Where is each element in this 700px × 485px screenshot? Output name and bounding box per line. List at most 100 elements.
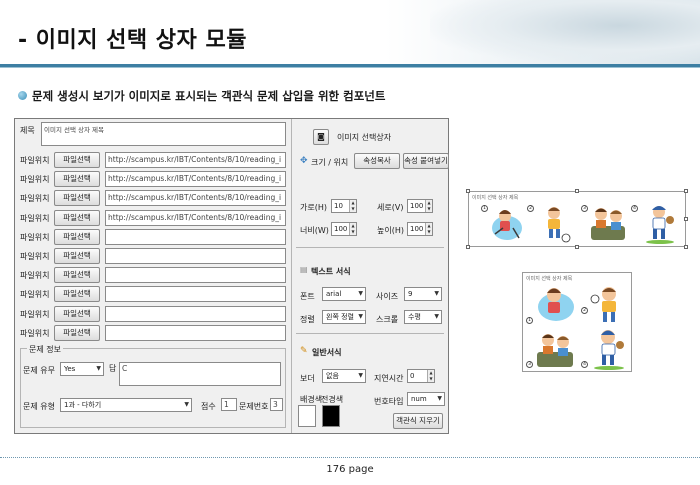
answer-label: 답	[109, 364, 117, 373]
y-input[interactable]: 100 ▲ ▼	[407, 199, 433, 213]
file-path-input[interactable]: http://scampus.kr/IBT/Contents/8/10/read…	[105, 210, 286, 226]
foreground-color-swatch[interactable]	[322, 405, 340, 427]
resize-handle[interactable]	[466, 189, 470, 193]
kids-sitting-image	[537, 334, 573, 367]
delay-input[interactable]: 0 ▲ ▼	[407, 369, 435, 383]
y-label: 세로(V)	[377, 203, 404, 212]
has-question-value: Yes	[64, 365, 76, 373]
border-select[interactable]: 없음 ▼	[322, 369, 366, 383]
question-info-label: 문제 정보	[27, 344, 63, 355]
resize-handle[interactable]	[684, 217, 688, 221]
paste-attributes-button[interactable]: 속성 붙여넣기	[403, 153, 449, 169]
file-select-button[interactable]: 파일선택	[54, 210, 100, 226]
file-path-input[interactable]	[105, 267, 286, 283]
spinner-icon[interactable]: ▲ ▼	[425, 200, 432, 212]
kid-skipping-image	[538, 288, 574, 321]
has-question-select[interactable]: Yes ▼	[60, 362, 104, 376]
x-input[interactable]: 10 ▲ ▼	[331, 199, 357, 213]
file-path-input[interactable]	[105, 325, 286, 341]
choice-number: 3	[526, 361, 533, 368]
number-type-select[interactable]: num ▼	[407, 392, 445, 406]
font-select[interactable]: arial ▼	[322, 287, 366, 301]
file-path-input[interactable]	[105, 306, 286, 322]
question-number-input[interactable]: 3	[270, 398, 283, 411]
question-type-label: 문제 유형	[23, 402, 55, 411]
file-select-button[interactable]: 파일선택	[54, 286, 100, 302]
image-box-icon[interactable]: ◙	[313, 129, 329, 145]
file-location-label: 파일위치	[20, 310, 50, 319]
choice-number: 4	[581, 361, 588, 368]
height-input[interactable]: 100 ▲ ▼	[407, 222, 433, 236]
choice-number: 4	[631, 205, 638, 212]
spinner-icon[interactable]: ▲ ▼	[349, 200, 356, 212]
file-path-input[interactable]: http://scampus.kr/IBT/Contents/8/10/read…	[105, 171, 286, 187]
background-color-swatch[interactable]	[298, 405, 316, 427]
delay-value: 0	[410, 372, 415, 380]
preview-caption: 이미지 선택 상자 제목	[526, 276, 573, 282]
spinner-icon[interactable]: ▲ ▼	[427, 370, 434, 382]
score-label: 점수	[201, 402, 216, 411]
border-value: 없음	[326, 372, 339, 380]
score-input[interactable]: 1	[221, 398, 237, 411]
file-location-label: 파일위치	[20, 252, 50, 261]
file-path-input[interactable]	[105, 248, 286, 264]
align-value: 왼쪽 정렬	[326, 313, 354, 321]
file-select-button[interactable]: 파일선택	[54, 171, 100, 187]
resize-handle[interactable]	[684, 245, 688, 249]
clear-answer-button[interactable]: 객관식 지우기	[393, 413, 443, 429]
file-location-label: 파일위치	[20, 214, 50, 223]
component-label: 이미지 선택상자	[337, 133, 392, 142]
move-icon: ✥	[300, 156, 308, 166]
preview-horizontal: 이미지 선택 상자 제목 1 2 3 4	[466, 189, 688, 249]
title-input[interactable]: 이미지 선택 상자 제목	[41, 122, 286, 146]
number-type-value: num	[411, 395, 427, 403]
font-value: arial	[326, 290, 342, 298]
kids-sitting-image	[591, 208, 625, 240]
font-label: 폰트	[300, 292, 315, 301]
title-label: 제목	[20, 126, 35, 135]
resize-handle[interactable]	[466, 245, 470, 249]
text-format-icon: ▤	[300, 265, 308, 274]
file-path-input[interactable]: http://scampus.kr/IBT/Contents/8/10/read…	[105, 152, 286, 168]
page-number: 176 page	[326, 464, 374, 475]
width-value: 100	[334, 225, 348, 233]
width-input[interactable]: 100 ▲ ▼	[331, 222, 357, 236]
height-label: 높이(H)	[377, 226, 404, 235]
resize-handle[interactable]	[575, 189, 579, 193]
resize-handle[interactable]	[575, 245, 579, 249]
align-select[interactable]: 왼쪽 정렬 ▼	[322, 310, 366, 324]
file-path-input[interactable]	[105, 229, 286, 245]
spinner-icon[interactable]: ▲ ▼	[425, 223, 432, 235]
resize-handle[interactable]	[684, 189, 688, 193]
copy-attributes-button[interactable]: 속성복사	[354, 153, 400, 169]
size-select[interactable]: 9 ▼	[404, 287, 442, 301]
editor-panel: 제목 이미지 선택 상자 제목 파일위치 파일선택 http://scampus.k…	[14, 118, 449, 434]
file-select-button[interactable]: 파일선택	[54, 306, 100, 322]
chevron-down-icon: ▼	[358, 313, 363, 320]
file-location-label: 파일위치	[20, 194, 50, 203]
file-select-button[interactable]: 파일선택	[54, 248, 100, 264]
file-select-button[interactable]: 파일선택	[54, 325, 100, 341]
delay-label: 지연시간	[374, 374, 404, 383]
file-select-button[interactable]: 파일선택	[54, 152, 100, 168]
file-select-button[interactable]: 파일선택	[54, 267, 100, 283]
size-value: 9	[408, 290, 413, 298]
has-question-label: 문제 유무	[23, 366, 55, 375]
scroll-select[interactable]: 수평 ▼	[404, 310, 442, 324]
answer-input[interactable]: C	[119, 362, 281, 386]
chevron-down-icon: ▼	[358, 372, 363, 379]
kid-soccer-image	[548, 207, 571, 243]
choice-number: 1	[481, 205, 488, 212]
file-path-input[interactable]	[105, 286, 286, 302]
x-label: 가로(H)	[300, 203, 327, 212]
file-select-button[interactable]: 파일선택	[54, 190, 100, 206]
size-position-label: 크기 / 위치	[311, 158, 349, 167]
footer-rule	[0, 457, 700, 458]
preview-grid: 이미지 선택 상자 제목 1 2 3 4	[522, 272, 632, 372]
y-value: 100	[410, 202, 424, 210]
question-type-select[interactable]: 1과 - 다하기 ▼	[60, 398, 192, 412]
file-select-button[interactable]: 파일선택	[54, 229, 100, 245]
spinner-icon[interactable]: ▲ ▼	[349, 223, 356, 235]
file-location-label: 파일위치	[20, 233, 50, 242]
file-path-input[interactable]: http://scampus.kr/IBT/Contents/8/10/read…	[105, 190, 286, 206]
